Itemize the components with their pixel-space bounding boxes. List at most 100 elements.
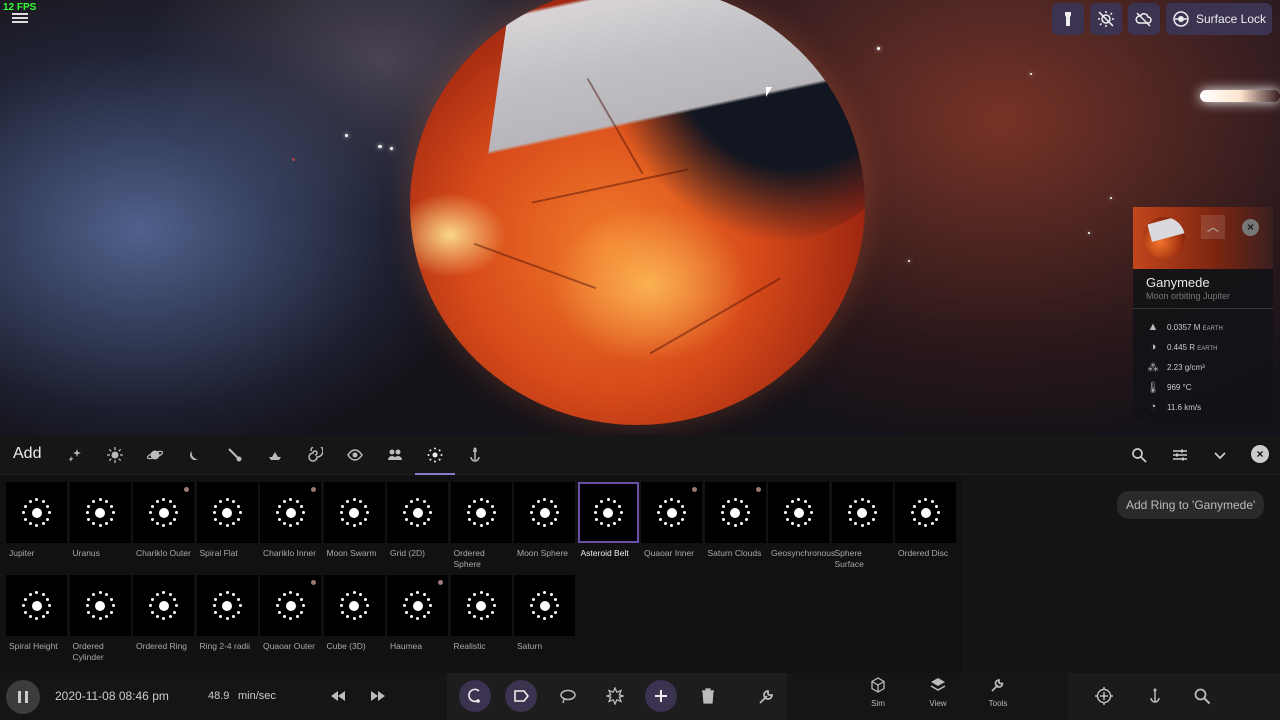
view-menu-button[interactable]: View bbox=[918, 677, 958, 708]
star bbox=[378, 145, 382, 148]
ring-preset-label: Ordered Sphere bbox=[453, 548, 485, 569]
ring-preset-label: Spiral Height bbox=[9, 641, 58, 651]
hide-effects-button[interactable] bbox=[1089, 3, 1122, 35]
ring-preset-item[interactable]: Saturn Clouds bbox=[704, 482, 766, 559]
planet-ganymede[interactable] bbox=[410, 0, 865, 425]
chevron-up-icon[interactable]: ︿ bbox=[1201, 215, 1225, 239]
ring-preset-item[interactable]: Realistic bbox=[450, 575, 512, 652]
tab-galaxies[interactable] bbox=[301, 443, 329, 467]
tab-planets[interactable] bbox=[141, 443, 169, 467]
ring-icon bbox=[466, 498, 496, 528]
ring-preset-item[interactable]: Chariklo Outer bbox=[133, 482, 194, 559]
ring-preset-item[interactable]: Moon Sphere bbox=[514, 482, 575, 559]
collapse-panel-button[interactable] bbox=[1210, 445, 1230, 465]
temperature-stat[interactable]: 🌡 969 °C bbox=[1146, 381, 1192, 394]
ring-preset-item[interactable]: Sphere Surface bbox=[831, 482, 893, 570]
orbit-icon bbox=[468, 688, 480, 703]
tab-stars[interactable] bbox=[101, 443, 129, 467]
ring-preset-item[interactable]: Quaoar Outer bbox=[260, 575, 321, 652]
search-button[interactable] bbox=[1129, 445, 1149, 465]
find-object-button[interactable] bbox=[1187, 681, 1217, 711]
tab-anchors[interactable] bbox=[461, 443, 489, 467]
lasso-tool-button[interactable] bbox=[553, 681, 583, 711]
fast-forward-icon bbox=[371, 691, 385, 701]
ring-preset-item[interactable]: Ring 2-4 radii bbox=[196, 575, 258, 652]
ring-preset-item[interactable]: Uranus bbox=[69, 482, 131, 559]
sim-label: Sim bbox=[871, 699, 885, 708]
close-icon[interactable]: × bbox=[1242, 219, 1259, 236]
tab-comets[interactable] bbox=[221, 443, 249, 467]
star bbox=[390, 147, 393, 150]
ring-preset-thumbnail bbox=[641, 482, 702, 543]
ring-preset-item[interactable]: Spiral Flat bbox=[196, 482, 258, 559]
density-stat[interactable]: ⁂ 2.23 g/cm³ bbox=[1147, 361, 1205, 374]
tab-moons[interactable] bbox=[181, 443, 209, 467]
ring-preset-label: Chariklo Inner bbox=[263, 548, 316, 558]
radius-value: 0.445 R bbox=[1167, 342, 1196, 352]
focus-target-button[interactable] bbox=[1089, 681, 1119, 711]
ring-preset-label: Quaoar Inner bbox=[644, 548, 695, 558]
ring-preset-label: Ring 2-4 radii bbox=[199, 641, 251, 651]
sim-menu-button[interactable]: Sim bbox=[858, 677, 898, 708]
ring-preset-label: Realistic bbox=[453, 641, 486, 651]
ring-preset-item[interactable]: Spiral Height bbox=[6, 575, 67, 652]
ring-preset-item[interactable]: Ordered Cylinder bbox=[69, 575, 131, 663]
tools-menu-button[interactable]: Tools bbox=[978, 677, 1018, 708]
flashlight-button[interactable] bbox=[1051, 3, 1084, 35]
planet-ice-band bbox=[485, 0, 865, 234]
ring-preset-thumbnail bbox=[133, 482, 194, 543]
ring-preset-item[interactable]: Moon Swarm bbox=[323, 482, 385, 559]
sun-icon bbox=[107, 447, 123, 463]
ring-preset-item[interactable]: Asteroid Belt bbox=[577, 482, 639, 559]
explode-tool-button[interactable] bbox=[600, 681, 630, 711]
ring-preset-label: Saturn bbox=[517, 641, 543, 651]
filter-button[interactable] bbox=[1170, 445, 1190, 465]
ring-icon bbox=[212, 498, 242, 528]
new-badge-dot bbox=[311, 580, 316, 585]
space-viewport[interactable] bbox=[0, 0, 1280, 435]
ring-preset-item[interactable]: Ordered Disc bbox=[895, 482, 956, 559]
delete-button[interactable] bbox=[693, 681, 723, 711]
ring-icon bbox=[530, 498, 560, 528]
tab-ships[interactable] bbox=[261, 443, 289, 467]
hide-cloud-button[interactable] bbox=[1127, 3, 1160, 35]
ring-preset-item[interactable]: Jupiter bbox=[6, 482, 67, 559]
top-toolbar: Surface Lock bbox=[1051, 3, 1272, 35]
ring-preset-item[interactable]: Cube (3D) bbox=[323, 575, 385, 652]
wrench-tool-button[interactable] bbox=[752, 681, 782, 711]
hamburger-menu-icon[interactable] bbox=[12, 11, 28, 25]
pause-button[interactable] bbox=[6, 680, 40, 714]
tab-black-holes[interactable] bbox=[341, 443, 369, 467]
temperature-value: 969 °C bbox=[1167, 382, 1192, 392]
add-object-button[interactable] bbox=[645, 680, 677, 712]
ring-preset-item[interactable]: Quaoar Inner bbox=[641, 482, 702, 559]
orbit-tool-button[interactable] bbox=[459, 680, 491, 712]
tab-life[interactable] bbox=[381, 443, 409, 467]
ring-preset-item[interactable]: Chariklo Inner bbox=[260, 482, 321, 559]
mass-stat[interactable]: ▲ 0.0357 M EARTH bbox=[1147, 321, 1223, 333]
velocity-stat[interactable]: ◔ 11.6 km/s bbox=[1147, 401, 1201, 413]
sim-rate-value[interactable]: 48.9 bbox=[208, 690, 229, 702]
ring-preset-item[interactable]: Geosynchronous bbox=[768, 482, 835, 559]
burst-icon bbox=[606, 687, 624, 705]
tab-stars-cluster[interactable] bbox=[61, 443, 89, 467]
faster-button[interactable] bbox=[363, 681, 393, 711]
ring-icon bbox=[149, 591, 179, 621]
close-panel-icon[interactable]: × bbox=[1251, 445, 1269, 463]
weight-icon: ▲ bbox=[1147, 321, 1159, 333]
ring-preset-item[interactable]: Grid (2D) bbox=[387, 482, 448, 559]
sim-date[interactable]: 2020-11-08 08:46 pm bbox=[55, 689, 169, 703]
label-tool-button[interactable] bbox=[505, 680, 537, 712]
ring-preset-item[interactable]: Ordered Ring bbox=[133, 575, 194, 652]
ring-preset-thumbnail bbox=[387, 482, 448, 543]
ring-preset-item[interactable]: Saturn bbox=[514, 575, 575, 652]
ring-preset-item[interactable]: Ordered Sphere bbox=[450, 482, 512, 570]
ring-preset-item[interactable]: Haumea bbox=[387, 575, 448, 652]
slower-button[interactable] bbox=[323, 681, 353, 711]
radius-stat[interactable]: ◑ 0.445 R EARTH bbox=[1147, 341, 1218, 353]
lasso-icon bbox=[560, 689, 576, 704]
anchor-camera-button[interactable] bbox=[1140, 681, 1170, 711]
wrench-icon bbox=[991, 679, 1004, 692]
tab-rings[interactable] bbox=[415, 443, 455, 475]
surface-lock-button[interactable]: Surface Lock bbox=[1165, 3, 1272, 35]
